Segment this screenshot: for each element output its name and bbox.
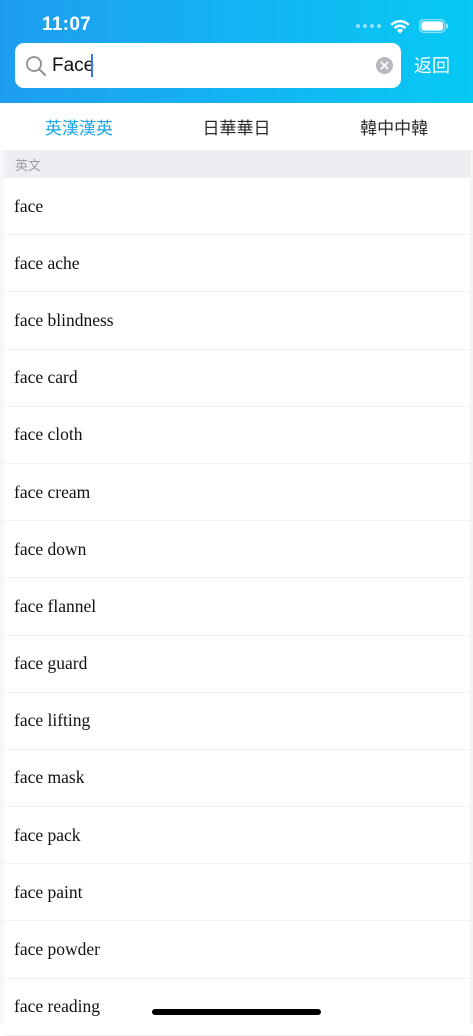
status-time: 11:07	[42, 14, 92, 35]
list-item[interactable]: face card	[4, 350, 470, 407]
list-item[interactable]: face paint	[4, 864, 470, 922]
battery-icon	[419, 19, 448, 33]
tab-korean-chinese[interactable]: 韓中中韓	[315, 103, 473, 150]
text-caret	[91, 54, 93, 77]
list-item[interactable]: face pack	[4, 807, 470, 865]
status-icons	[356, 16, 449, 36]
home-indicator	[152, 1009, 321, 1015]
app-header: 11:07 返回	[0, 0, 473, 103]
list-item[interactable]: face blindness	[4, 292, 470, 350]
list-item[interactable]: face	[4, 178, 470, 236]
wifi-icon	[390, 19, 410, 33]
dictionary-tabs: 英漢漢英 日華華日 韓中中韓	[0, 103, 473, 150]
results-list: face face ache face blindness face card …	[4, 178, 470, 1036]
section-label: 英文	[15, 159, 42, 174]
list-item[interactable]: face reading	[4, 979, 470, 1036]
tab-japanese-chinese[interactable]: 日華華日	[158, 103, 316, 150]
back-button[interactable]: 返回	[414, 52, 450, 78]
list-item[interactable]: face lifting	[4, 693, 470, 750]
list-item[interactable]: face down	[4, 521, 470, 579]
cellular-signal-icon	[356, 24, 381, 28]
list-item[interactable]: face flannel	[4, 578, 470, 636]
search-input[interactable]	[52, 43, 372, 88]
list-item[interactable]: face ache	[4, 235, 470, 293]
tab-english-chinese[interactable]: 英漢漢英	[0, 103, 158, 150]
list-item[interactable]: face cream	[4, 464, 470, 522]
list-item[interactable]: face guard	[4, 636, 470, 693]
list-item[interactable]: face mask	[4, 750, 470, 808]
clear-icon[interactable]	[376, 57, 393, 74]
search-box[interactable]	[15, 43, 401, 88]
list-item[interactable]: face cloth	[4, 407, 470, 464]
section-header: 英文	[4, 150, 470, 178]
list-item[interactable]: face powder	[4, 921, 470, 979]
search-icon	[26, 56, 46, 76]
